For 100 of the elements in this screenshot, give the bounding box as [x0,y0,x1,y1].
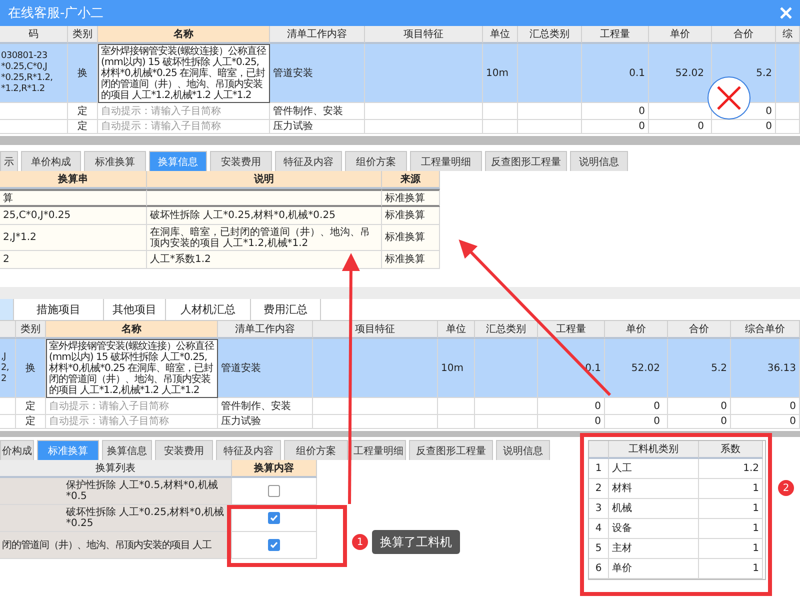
column-header[interactable]: 汇总类别 [475,321,538,339]
quantity-cell: 0 [582,103,649,120]
tab[interactable]: 安装费用 [155,440,213,460]
type-cell: 换 [68,44,98,103]
header-cell [589,441,609,459]
name-cell: 室外焊接钢管安装(螺纹连接）公称直径(mm以内) 15 破坏性拆除 人工*0.25,材料*0,机械*0.25 在洞库、暗室，已封闭的管道间（井）、地沟、吊顶内安装的项目 人工*1.2,机械*1.2 人工*1.2 [46,339,218,398]
tab[interactable]: 价构成 [0,440,34,460]
content-cell: 压力试验 [270,120,365,134]
tab[interactable]: 安装费用 [210,151,272,171]
row-number: 3 [589,499,609,519]
type-cell: 定 [68,103,98,120]
description-cell: 在洞库、暗室，已封闭的管道间（井）、地沟、吊顶内安装的项目 人工*1.2,机械*1.2 [147,225,382,251]
tooltip: 换算了工料机 [372,530,460,554]
tab[interactable]: 单价构成 [21,151,81,171]
expression-cell: 25,C*0,J*0.25 [0,207,147,225]
tab[interactable]: 组价方案 [284,440,348,460]
total-cell: 5.2 [668,339,731,398]
row-number: 6 [589,559,609,579]
column-header[interactable]: 单位 [438,321,475,339]
tab[interactable]: 特征及内容 [275,151,342,171]
tab[interactable]: 工程量明细 [351,440,406,460]
name-cell: 自动提示：请输入子目简称 [98,120,270,134]
scrollbar[interactable] [0,136,800,145]
table-cell [483,103,518,120]
category-cell: 设备 [609,519,699,539]
column-header[interactable]: 类别 [16,321,46,339]
tab[interactable]: 换算信息 [102,440,152,460]
column-header[interactable]: 码 [0,26,68,44]
column-header[interactable]: 名称 [46,321,218,339]
row-number: 5 [589,539,609,559]
tab[interactable]: 说明信息 [496,440,550,460]
table-cell [518,103,582,120]
column-header[interactable]: 综合单价 [731,321,800,339]
row-number: 1 [589,459,609,479]
category-cell: 机械 [609,499,699,519]
column-header[interactable]: 合价 [668,321,731,339]
code-cell: ,J 2, 2 [0,339,16,398]
source-cell: 标准换算 [382,207,440,225]
conversion-item: 破坏性拆除 人工*0.25,材料*0,机械*0.25 [0,505,232,532]
checkbox[interactable] [268,539,280,551]
column-header[interactable]: 清单工作内容 [270,26,365,44]
column-header[interactable]: 名称 [98,26,270,44]
column-header[interactable]: 类别 [68,26,98,44]
coefficient-cell: 1 [699,559,763,579]
column-header[interactable]: 清单工作内容 [218,321,313,339]
row-number: 4 [589,519,609,539]
expression-cell: 算 [0,189,147,207]
column-header[interactable]: 项目特征 [365,26,483,44]
total-cell: 0 [712,120,776,134]
tab[interactable]: 标准换算 [84,151,146,171]
total-cell: 0 [668,398,731,415]
code-cell: 030801-23 *0.25,C*0,J *0.25,R*1.2, *1.2,R*1.2 [0,44,68,103]
category-cell: 主材 [609,539,699,559]
table-cell [776,103,800,120]
table-cell [518,44,582,103]
table-cell [438,398,475,415]
type-cell: 换 [16,339,46,398]
tab[interactable]: 反查图形工程量 [485,151,567,171]
column-header: 换算串 [0,171,147,189]
description-cell: 人工*系数1.2 [147,251,382,269]
column-header[interactable]: 单位 [483,26,518,44]
type-cell: 定 [68,120,98,134]
source-cell: 标准换算 [382,225,440,251]
content-cell: 管道安装 [218,339,313,398]
column-header[interactable]: 综 [776,26,800,44]
column-header[interactable]: 工程量 [538,321,605,339]
name-cell: 自动提示：请输入子目简称 [98,103,270,120]
tab[interactable]: 特征及内容 [216,440,281,460]
column-header[interactable]: 单价 [649,26,712,44]
category-cell: 单价 [609,559,699,579]
column-header[interactable]: 合价 [712,26,776,44]
close-icon[interactable] [780,7,792,19]
coefficient-cell: 1.2 [699,459,763,479]
tab[interactable]: 反查图形工程量 [409,440,493,460]
source-cell: 标准换算 [382,251,440,269]
column-header[interactable]: 项目特征 [313,321,438,339]
column-header[interactable]: 工程量 [582,26,649,44]
column-header[interactable]: 汇总类别 [518,26,582,44]
tab[interactable]: 组价方案 [345,151,407,171]
tab[interactable]: 示 [0,151,18,171]
table-cell [475,398,538,415]
source-cell: 标准换算 [382,189,440,207]
name-cell: 自动提示：请输入子目简称 [46,398,218,415]
name-cell: 室外焊接钢管安装(螺纹连接）公称直径(mm以内) 15 破坏性拆除 人工*0.25,材料*0,机械*0.25 在洞库、暗室，已封闭的管道间（井）、地沟、吊顶内安装的项目 人工*1.2,机械*1.2 人工*1.2 [98,44,270,103]
category-cell: 人工 [609,459,699,479]
tab[interactable]: 工程量明细 [410,151,482,171]
column-header: 工料机类别 [609,441,699,459]
price-cell: 0 [605,398,668,415]
column-header[interactable]: 单价 [605,321,668,339]
description-cell: 破坏性拆除 人工*0.25,材料*0,机械*0.25 [147,207,382,225]
checkbox[interactable] [268,485,280,497]
tab[interactable]: 说明信息 [570,151,628,171]
quantity-cell: 0 [582,120,649,134]
checkbox[interactable] [268,512,280,524]
table-cell [776,44,800,103]
table-cell [776,120,800,134]
cancel-icon[interactable] [708,76,750,120]
coefficient-cell: 1 [699,479,763,499]
price-cell: 0 [649,120,712,134]
composite-cell: 0 [731,415,800,429]
